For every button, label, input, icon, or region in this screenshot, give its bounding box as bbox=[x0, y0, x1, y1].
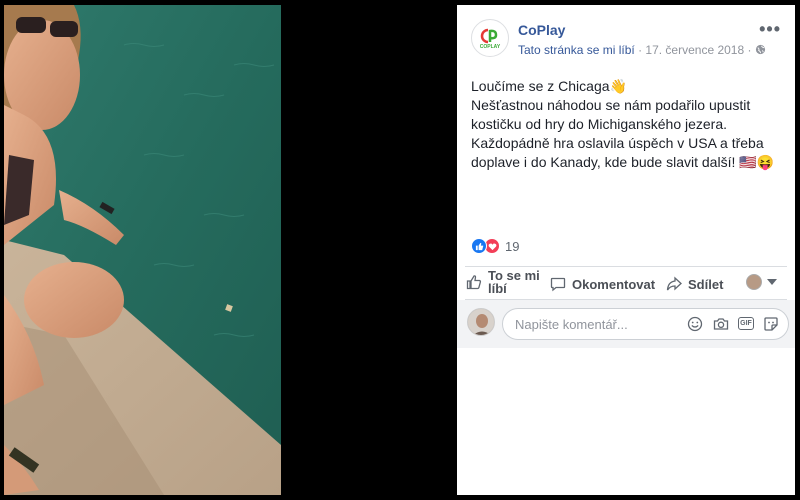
post-line: Loučíme se z Chicaga👋 bbox=[471, 78, 627, 94]
like-label-line2: líbí bbox=[488, 281, 507, 296]
photo-viewer: COPLAY CoPlay Tato stránka se mi líbí · … bbox=[0, 0, 800, 500]
like-label: To se mi líbí bbox=[488, 269, 540, 295]
chevron-down-icon bbox=[767, 279, 777, 285]
post-as-selector[interactable] bbox=[746, 274, 777, 290]
post-line: Každopádně hra oslavila úspěch v USA a t… bbox=[471, 135, 764, 151]
more-options-icon[interactable]: ••• bbox=[759, 19, 781, 40]
share-label: Sdílet bbox=[688, 276, 724, 292]
page-name-link[interactable]: CoPlay bbox=[518, 22, 565, 38]
like-button[interactable]: To se mi líbí bbox=[465, 269, 540, 295]
post-line: doplave i do Kanady, kde bude slavit dal… bbox=[471, 154, 775, 170]
post-photo[interactable] bbox=[4, 5, 281, 495]
reaction-count[interactable]: 19 bbox=[505, 239, 519, 254]
meta-separator: · bbox=[638, 43, 643, 57]
post-line: kostičku od hry do Michiganského jezera. bbox=[471, 116, 728, 132]
post-message: Loučíme se z Chicaga👋 Nešťastnou náhodou… bbox=[471, 77, 781, 172]
comment-input[interactable]: Napište komentář... GIF bbox=[502, 308, 789, 340]
post-meta: Tato stránka se mi líbí · 17. července 2… bbox=[518, 43, 766, 57]
post-actions-bar: To se mi líbí Okomentovat Sdílet bbox=[465, 266, 787, 300]
comment-icon bbox=[549, 275, 567, 293]
camera-icon[interactable] bbox=[712, 315, 730, 333]
reactions-summary[interactable]: 19 bbox=[471, 236, 519, 256]
post-date[interactable]: 17. července 2018 bbox=[645, 43, 744, 57]
comment-composer: Napište komentář... GIF bbox=[457, 300, 795, 348]
like-reaction-icon bbox=[471, 238, 487, 254]
like-page-link[interactable]: Tato stránka se mi líbí bbox=[518, 43, 635, 57]
comment-placeholder: Napište komentář... bbox=[515, 317, 628, 332]
thumbs-up-icon bbox=[465, 273, 483, 291]
photo-image bbox=[4, 5, 281, 495]
comment-button[interactable]: Okomentovat bbox=[549, 275, 655, 293]
sticker-icon[interactable] bbox=[762, 315, 780, 333]
share-button[interactable]: Sdílet bbox=[665, 275, 723, 293]
post-header: COPLAY CoPlay Tato stránka se mi líbí · … bbox=[457, 5, 795, 69]
user-avatar bbox=[467, 308, 495, 336]
logo-text: COPLAY bbox=[479, 43, 501, 50]
globe-icon[interactable] bbox=[755, 44, 766, 55]
coplay-logo-icon bbox=[480, 28, 498, 43]
page-avatar[interactable]: COPLAY bbox=[471, 19, 509, 57]
post-side-panel: COPLAY CoPlay Tato stránka se mi líbí · … bbox=[457, 5, 795, 495]
gif-icon[interactable]: GIF bbox=[738, 317, 754, 330]
post-line: Nešťastnou náhodou se nám podařilo upust… bbox=[471, 97, 751, 113]
emoji-icon[interactable] bbox=[686, 315, 704, 333]
comment-tools: GIF bbox=[686, 315, 780, 333]
meta-separator-2: · bbox=[747, 43, 752, 57]
comment-label: Okomentovat bbox=[572, 276, 656, 292]
profile-avatar bbox=[746, 274, 762, 290]
share-icon bbox=[665, 275, 683, 293]
